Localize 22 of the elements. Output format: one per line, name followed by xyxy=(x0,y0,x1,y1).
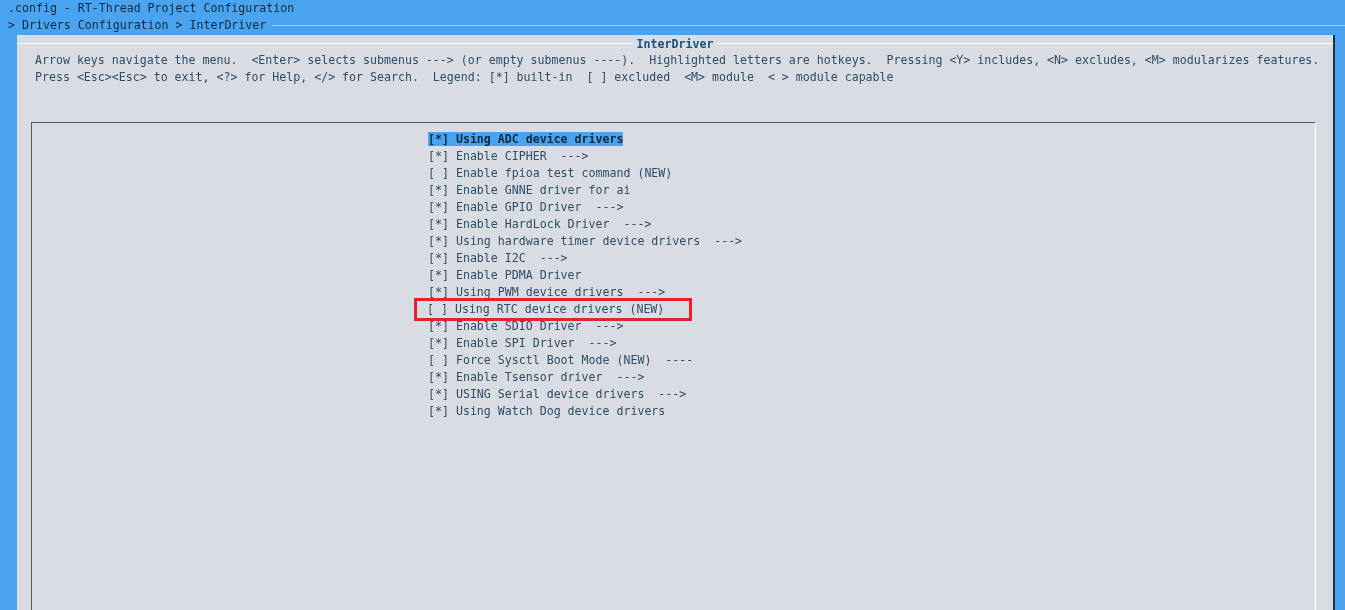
menu-item[interactable]: [*] Enable CIPHER ---> xyxy=(427,148,590,165)
menu-item[interactable]: [*] Using Watch Dog device drivers xyxy=(427,403,667,420)
menu-item[interactable]: [*] USING Serial device drivers ---> xyxy=(427,386,688,403)
menu-item[interactable]: [ ] Force Sysctl Boot Mode (NEW) ---- xyxy=(427,352,695,369)
menu-item[interactable]: [*] Enable PDMA Driver xyxy=(427,267,583,284)
menu-item[interactable]: [ ] Using RTC device drivers (NEW) xyxy=(417,301,690,318)
menu-item[interactable]: [*] Enable HardLock Driver ---> xyxy=(427,216,653,233)
menu-item[interactable]: [*] Enable SPI Driver ---> xyxy=(427,335,618,352)
dialog-title: InterDriver xyxy=(636,36,714,51)
menu-item[interactable]: [ ] Enable fpioa test command (NEW) xyxy=(427,165,674,182)
menu-item[interactable]: [*] Using PWM device drivers ---> xyxy=(427,284,667,301)
breadcrumb: > Drivers Configuration > InterDriver xyxy=(8,17,267,34)
menu-item[interactable]: [*] Enable Tsensor driver ---> xyxy=(427,369,646,386)
menu-item[interactable]: [*] Enable SDIO Driver ---> xyxy=(427,318,625,335)
menu-item[interactable]: [*] Enable GPIO Driver ---> xyxy=(427,199,625,216)
window-title: .config - RT-Thread Project Configuration xyxy=(8,0,296,17)
menu-item[interactable]: [*] Enable GNNE driver for ai xyxy=(427,182,632,199)
help-text: Press <Esc><Esc> to exit, <?> for Help, </> for Search. Legend: [*] built-in [ ] excluded <M> module < > module capable xyxy=(35,69,895,86)
menu-item[interactable]: [*] Enable I2C ---> xyxy=(427,250,569,267)
menu-item[interactable]: [*] Using hardware timer device drivers ---> xyxy=(427,233,744,250)
help-text: Arrow keys navigate the menu. <Enter> selects submenus ---> (or empty submenus ----). Highlighted letters are hotkeys. Pressing <Y> includes, <N> excludes, <M> modularizes features. xyxy=(35,52,1321,69)
menu-item[interactable]: [*] Using ADC device drivers xyxy=(427,131,625,148)
